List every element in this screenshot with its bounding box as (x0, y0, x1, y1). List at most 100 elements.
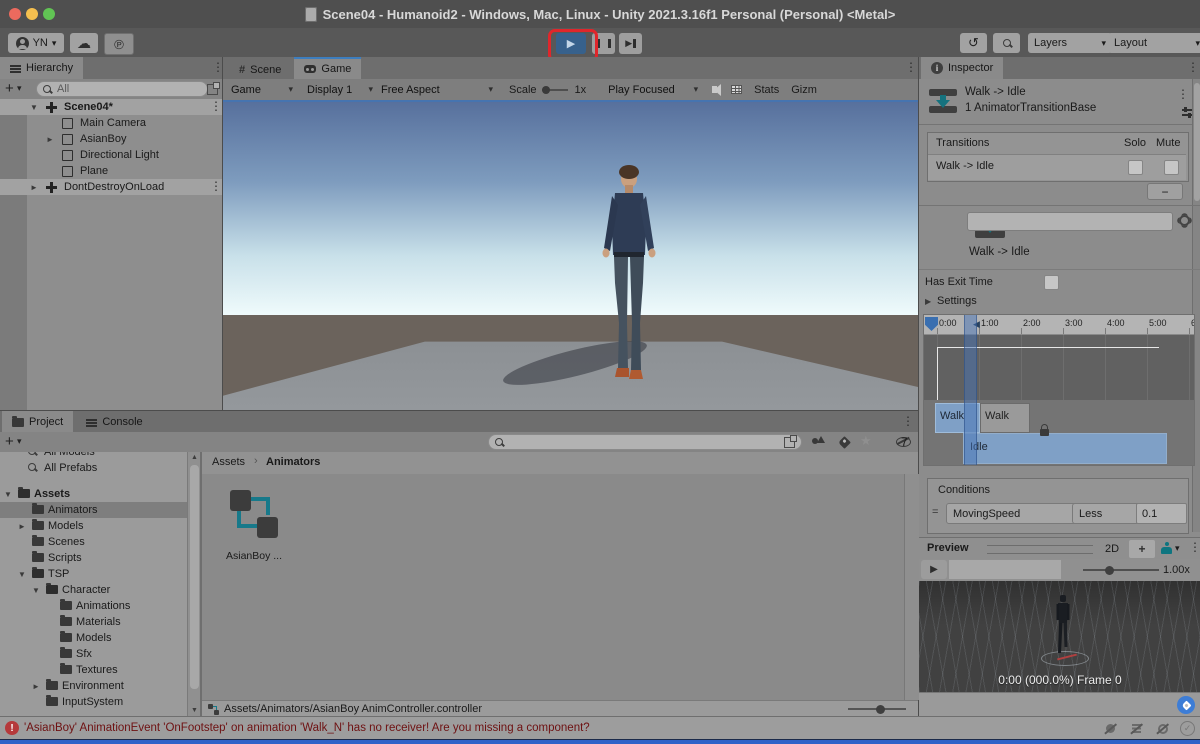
project-tree-item-animators[interactable]: Animators (0, 502, 200, 518)
has-exit-time-checkbox[interactable] (1044, 275, 1059, 290)
project-search-input[interactable] (507, 435, 780, 449)
clip-idle[interactable]: Idle (963, 433, 1167, 464)
scroll-up-icon[interactable]: ▲ (191, 454, 198, 461)
remove-transition-button[interactable]: − (1147, 183, 1183, 200)
search-by-label-icon[interactable] (838, 436, 851, 449)
preview-2d-button[interactable]: 2D (1099, 541, 1125, 557)
project-tree-item-assets[interactable]: ▼Assets (0, 486, 200, 502)
tab-hierarchy[interactable]: Hierarchy (0, 57, 83, 79)
settings-foldout-label[interactable]: Settings (937, 295, 977, 307)
favorites-star-icon[interactable]: ★ (860, 433, 872, 449)
scroll-down-icon[interactable]: ▼ (191, 707, 198, 714)
transition-name-field[interactable] (967, 212, 1173, 231)
layers-dropdown[interactable]: Layers ▾ (1028, 33, 1112, 53)
preview-play-button[interactable]: ▶ (921, 560, 947, 579)
condition-drag-handle[interactable]: = (932, 506, 938, 518)
project-grid-area[interactable]: AsianBoy ... (202, 474, 904, 700)
scale-slider-thumb[interactable] (542, 86, 550, 94)
tab-inspector[interactable]: i Inspector (921, 57, 1003, 79)
display-dropdown[interactable]: Display 1▾ (307, 84, 373, 96)
item-kebab-icon[interactable]: ⋮ (210, 181, 222, 191)
breadcrumb-root[interactable]: Assets (212, 456, 245, 468)
inspector-menu-kebab-icon[interactable]: ⋮ (1187, 62, 1199, 72)
add-object-button[interactable]: + (5, 80, 14, 97)
vsync-grid-icon[interactable] (731, 85, 742, 94)
refresh-disabled-icon[interactable] (1156, 722, 1169, 735)
project-tree-item-inputsystem[interactable]: InputSystem (0, 694, 200, 710)
hierarchy-item-dontdestroyonload[interactable]: ►DontDestroyOnLoad⋮ (0, 179, 222, 195)
tab-scene[interactable]: # Scene (229, 59, 291, 81)
project-tree-item-environment[interactable]: ►Environment (0, 678, 200, 694)
hierarchy-item-directional-light[interactable]: Directional Light (0, 147, 222, 163)
project-tree-item-textures[interactable]: Textures (0, 662, 200, 678)
layout-dropdown[interactable]: Layout ▾ (1108, 33, 1200, 53)
status-message[interactable]: 'AsianBoy' AnimationEvent 'OnFootstep' o… (24, 722, 590, 734)
project-menu-kebab-icon[interactable]: ⋮ (902, 416, 914, 426)
scrollbar-thumb[interactable] (190, 465, 199, 689)
breadcrumb-current[interactable]: Animators (266, 456, 320, 468)
game-menu-kebab-icon[interactable]: ⋮ (905, 62, 917, 72)
account-dropdown[interactable]: YN ▾ (8, 33, 64, 53)
condition-parameter-dropdown[interactable]: MovingSpeed (946, 503, 1088, 524)
foldout-arrow-icon[interactable]: ► (32, 682, 40, 691)
foldout-arrow-icon[interactable]: ▼ (30, 103, 38, 112)
preview-speed-slider[interactable] (1083, 569, 1159, 571)
game-view-dropdown[interactable]: Game▾ (231, 84, 293, 96)
project-tree-item-models[interactable]: ►Models (0, 518, 200, 534)
foldout-arrow-icon[interactable]: ► (30, 183, 38, 192)
avatar-caret-icon[interactable]: ▾ (1175, 543, 1180, 554)
project-tree-item-sfx[interactable]: Sfx (0, 646, 200, 662)
preview-header-bar[interactable]: Preview 2D + ▾ ⋮ (919, 537, 1200, 561)
project-tree-scrollbar[interactable]: ▲ ▼ (187, 452, 201, 716)
size-slider-thumb[interactable] (876, 705, 885, 714)
transition-row[interactable]: Walk -> Idle (928, 154, 1186, 180)
transition-timeline[interactable]: 0:001:002:003:004:005:006:00 ◀ Walk Walk… (923, 314, 1195, 466)
project-tree-item-animations[interactable]: Animations (0, 598, 200, 614)
tab-game[interactable]: Game (294, 57, 361, 79)
stats-button[interactable]: Stats (754, 84, 779, 96)
cloud-button[interactable]: ☁ (70, 33, 98, 53)
condition-value-field[interactable]: 0.1 (1136, 503, 1187, 524)
tab-project[interactable]: Project (2, 411, 73, 433)
preview-drag-handle[interactable] (987, 545, 1093, 554)
preview-scrub-area[interactable] (949, 560, 1061, 579)
play-focused-dropdown[interactable]: Play Focused▾ (608, 84, 698, 96)
preview-kebab-icon[interactable]: ⋮ (1189, 542, 1200, 552)
project-search-field[interactable] (488, 434, 802, 450)
project-tree-item-materials[interactable]: Materials (0, 614, 200, 630)
item-kebab-icon[interactable]: ⋮ (210, 101, 222, 111)
debugger-disabled-icon[interactable] (1104, 722, 1117, 735)
cache-disabled-icon[interactable] (1130, 722, 1143, 735)
thumbnail-size-slider[interactable] (848, 708, 906, 710)
project-tree-item-scripts[interactable]: Scripts (0, 550, 200, 566)
mute-checkbox[interactable] (1164, 160, 1179, 175)
project-tree-item-models[interactable]: Models (0, 630, 200, 646)
mute-audio-icon[interactable] (712, 86, 717, 93)
activity-check-icon[interactable]: ✓ (1180, 721, 1195, 736)
preview-pivot-button[interactable]: + (1129, 540, 1155, 558)
asset-label-bubble-button[interactable] (1177, 696, 1195, 714)
add-object-caret-icon[interactable]: ▾ (17, 83, 22, 94)
asset-item-asianboy[interactable]: AsianBoy ... (216, 488, 292, 580)
aspect-dropdown[interactable]: Free Aspect▾ (381, 84, 493, 96)
create-asset-button[interactable]: + (5, 433, 14, 450)
hierarchy-search-field[interactable] (36, 81, 208, 97)
open-new-window-icon[interactable] (207, 84, 218, 95)
game-viewport[interactable] (222, 100, 919, 410)
hierarchy-search-input[interactable] (55, 82, 201, 96)
gizmos-button[interactable]: Gizm (791, 84, 817, 96)
project-tree-item-tsp[interactable]: ▼TSP (0, 566, 200, 582)
preview-3d-area[interactable]: 0:00 (000.0%) Frame 0 (919, 581, 1200, 692)
tab-console[interactable]: Console (76, 411, 152, 433)
scrollbar-thumb[interactable] (1194, 83, 1200, 201)
settings-foldout-arrow-icon[interactable]: ▶ (925, 297, 931, 306)
hierarchy-item-scene04-[interactable]: ▼Scene04*⋮ (0, 99, 222, 115)
speed-slider-thumb[interactable] (1105, 566, 1114, 575)
plastic-scm-button[interactable]: ℗ (104, 33, 134, 55)
search-by-type-icon[interactable] (812, 436, 823, 447)
open-new-window-icon[interactable] (784, 437, 795, 448)
hierarchy-item-plane[interactable]: Plane (0, 163, 222, 179)
header-kebab-icon[interactable]: ⋮ (1177, 89, 1189, 99)
hierarchy-item-asianboy[interactable]: ►AsianBoy (0, 131, 222, 147)
step-button[interactable]: ▶ (619, 33, 642, 54)
